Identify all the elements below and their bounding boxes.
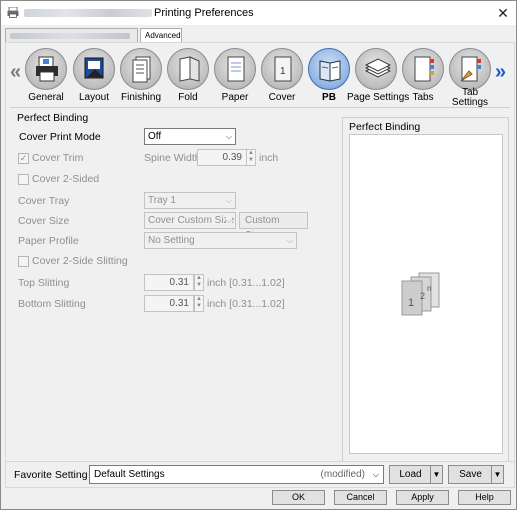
- bottom-slitting-label: Bottom Slitting: [18, 298, 86, 310]
- paper-profile-value: No Setting: [148, 235, 195, 246]
- ribbon-item-fold[interactable]: Fold: [165, 48, 211, 106]
- close-button[interactable]: ✕: [494, 5, 512, 21]
- ribbon-item-general[interactable]: General: [23, 48, 69, 106]
- chevron-down-icon: ⌵: [225, 213, 232, 228]
- spine-width-input[interactable]: 0.39: [197, 149, 247, 166]
- spine-width-label: Spine Width: [144, 152, 201, 164]
- load-split-button[interactable]: Load ▼: [389, 465, 443, 484]
- tab-advanced[interactable]: Advanced: [140, 28, 182, 43]
- chevron-down-icon: ⌵: [225, 132, 232, 141]
- perfect-binding-icon: [308, 48, 350, 90]
- ribbon-item-finishing[interactable]: Finishing: [118, 48, 164, 106]
- window-title: Printing Preferences: [154, 7, 254, 19]
- top-slitting-label: Top Slitting: [18, 277, 70, 289]
- cover-print-mode-label: Cover Print Mode: [19, 131, 101, 143]
- svg-text:1: 1: [280, 66, 286, 77]
- cover-icon: 1: [261, 48, 303, 90]
- ribbon-label-tab-settings: Tab Settings: [451, 87, 489, 108]
- bottom-slitting-input[interactable]: 0.31: [144, 295, 194, 312]
- cover-print-mode-value: Off: [148, 131, 162, 142]
- preview-canvas: n 2 1: [349, 134, 503, 454]
- bottom-slitting-stepper[interactable]: ▲ ▼: [194, 295, 204, 312]
- finishing-icon: [120, 48, 162, 90]
- load-dropdown-arrow[interactable]: ▼: [430, 466, 442, 483]
- load-button[interactable]: Load: [390, 466, 431, 483]
- ribbon-item-page-settings[interactable]: Page Settings: [347, 48, 409, 106]
- cover-2-side-slitting-checkbox[interactable]: [18, 256, 29, 267]
- cover-tray-value: Tray 1: [148, 195, 176, 206]
- cover-size-select[interactable]: Cover Custom Size ⌵: [144, 212, 236, 229]
- favorite-modified-indicator: (modified): [320, 469, 365, 480]
- ribbon-item-tabs[interactable]: Tabs: [400, 48, 446, 106]
- ribbon-scroll-left-button[interactable]: «: [10, 61, 21, 84]
- layout-icon: [73, 48, 115, 90]
- chevron-down-icon: ⌵: [225, 196, 232, 205]
- ok-button[interactable]: OK: [272, 490, 325, 505]
- cover-tray-label: Cover Tray: [18, 195, 70, 207]
- custom-size-button[interactable]: Custom Size...: [239, 212, 308, 241]
- cancel-button[interactable]: Cancel: [334, 490, 387, 505]
- preview-page-n: n: [427, 284, 431, 293]
- chevron-down-icon: ⌵: [372, 470, 379, 479]
- tabs-icon: [402, 48, 444, 90]
- save-dropdown-arrow[interactable]: ▼: [491, 466, 503, 483]
- cover-2-sided-label: Cover 2-Sided: [32, 173, 100, 185]
- ribbon-item-layout[interactable]: Layout: [71, 48, 117, 106]
- ribbon-item-paper[interactable]: Paper: [212, 48, 258, 106]
- group-title-perfect-binding: Perfect Binding: [17, 112, 89, 124]
- preview-page-1: 1: [408, 297, 414, 309]
- printing-preferences-window: Printing Preferences ✕ Advanced « Genera…: [0, 0, 517, 510]
- spine-width-stepper[interactable]: ▲ ▼: [246, 149, 256, 166]
- cover-print-mode-select[interactable]: Off ⌵: [144, 128, 236, 145]
- help-button[interactable]: Help: [458, 490, 511, 505]
- favorite-setting-select[interactable]: Default Settings (modified) ⌵: [89, 465, 384, 484]
- printer-icon: [25, 48, 67, 90]
- tab-label-redacted: [10, 33, 130, 39]
- page-settings-icon: [355, 48, 397, 90]
- favorite-setting-value: Default Settings: [94, 469, 165, 480]
- cover-tray-select[interactable]: Tray 1 ⌵: [144, 192, 236, 209]
- tab-settings-icon: [449, 48, 491, 90]
- top-slitting-input[interactable]: 0.31: [144, 274, 194, 291]
- bottom-slitting-range: inch [0.31...1.02]: [207, 298, 285, 310]
- printer-name-redacted: [24, 9, 152, 17]
- perfect-binding-preview-image: n 2 1: [401, 272, 440, 316]
- ribbon-item-pb[interactable]: PB: [306, 48, 352, 106]
- paper-profile-select[interactable]: No Setting ⌵: [144, 232, 297, 249]
- ribbon-label-tabs: Tabs: [412, 92, 434, 103]
- ribbon-divider: [10, 107, 510, 108]
- title-bar: Printing Preferences ✕: [1, 1, 516, 25]
- ribbon-item-tab-settings[interactable]: Tab Settings: [447, 48, 493, 108]
- save-button[interactable]: Save: [449, 466, 492, 483]
- cover-2-side-slitting-label: Cover 2-Side Slitting: [32, 255, 128, 267]
- cover-trim-label: Cover Trim: [32, 152, 84, 164]
- top-slitting-stepper[interactable]: ▲ ▼: [194, 274, 204, 291]
- favorite-setting-label: Favorite Setting: [14, 469, 88, 481]
- cover-size-label: Cover Size: [18, 215, 70, 227]
- fold-icon: [167, 48, 209, 90]
- ribbon-scroll-right-button[interactable]: »: [495, 61, 506, 84]
- cover-size-value: Cover Custom Size: [148, 215, 235, 226]
- paper-profile-label: Paper Profile: [18, 235, 79, 247]
- cover-2-sided-checkbox[interactable]: [18, 174, 29, 185]
- favorite-divider: [5, 461, 515, 462]
- tab-redacted[interactable]: [5, 28, 138, 43]
- ribbon-item-cover[interactable]: 1 Cover: [259, 48, 305, 106]
- chevron-down-icon: ⌵: [286, 236, 293, 245]
- cover-trim-checkbox[interactable]: ✓: [18, 153, 29, 164]
- top-slitting-range: inch [0.31...1.02]: [207, 277, 285, 289]
- preview-page-2: 2: [420, 291, 425, 301]
- spine-width-unit: inch: [259, 152, 279, 164]
- apply-button[interactable]: Apply: [396, 490, 449, 505]
- save-split-button[interactable]: Save ▼: [448, 465, 504, 484]
- printer-app-icon: [7, 7, 19, 18]
- paper-icon: [214, 48, 256, 90]
- preview-title: Perfect Binding: [349, 121, 421, 133]
